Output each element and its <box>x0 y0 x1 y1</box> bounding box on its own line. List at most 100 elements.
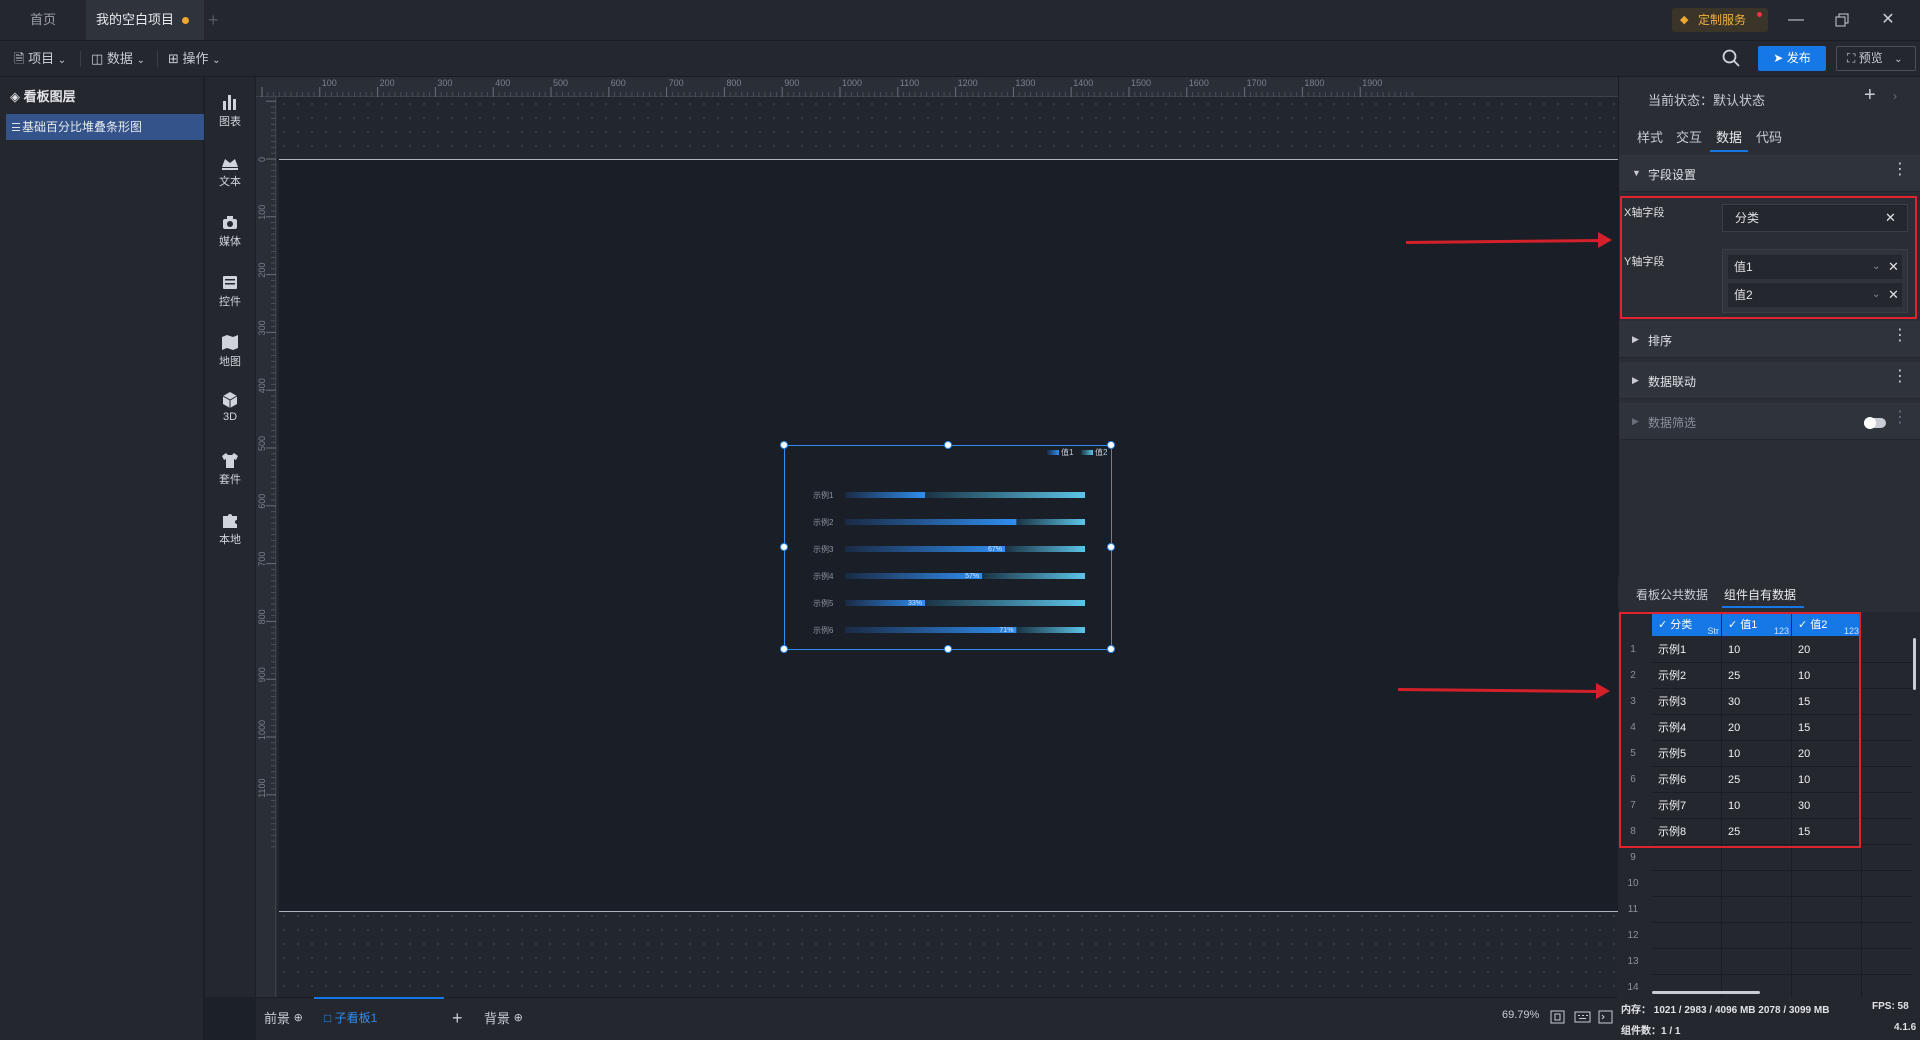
tab-own-data[interactable]: 组件自有数据 <box>1724 586 1796 603</box>
component-control[interactable]: 控件 <box>205 267 255 317</box>
row-number: 12 <box>1627 930 1639 941</box>
component-3d[interactable]: 3D <box>205 385 255 435</box>
more-icon[interactable]: ⋮ <box>1892 328 1908 344</box>
ruler-label: 1400 <box>1073 78 1093 88</box>
category-label: 示例4 <box>813 571 834 581</box>
bar-segment-value2 <box>1005 546 1085 552</box>
layer-panel-title-text: 看板图层 <box>23 89 76 104</box>
layer-item[interactable]: 基础百分比堆叠条形图 <box>6 114 204 140</box>
table-cell[interactable] <box>1652 897 1722 923</box>
resize-handle[interactable] <box>1107 441 1115 449</box>
resize-handle[interactable] <box>944 441 952 449</box>
add-board-icon[interactable]: + <box>452 997 463 1040</box>
tab-style[interactable]: 样式 <box>1637 127 1663 146</box>
table-cell[interactable] <box>1652 923 1722 949</box>
preview-button[interactable]: ⛶ 预览 ⌄ <box>1836 46 1916 71</box>
bar-segment-value1 <box>845 573 983 579</box>
data-filter-toggle[interactable] <box>1864 417 1886 429</box>
grid-line <box>1862 740 1912 741</box>
ruler-label: 800 <box>257 609 267 624</box>
component-suite[interactable]: 套件 <box>205 445 255 495</box>
add-tab-icon[interactable]: + <box>208 0 228 40</box>
section-field-settings-title: 字段设置 <box>1648 168 1697 182</box>
bar-segment-value1 <box>845 627 1017 633</box>
fit-screen-icon[interactable] <box>1550 1010 1565 1024</box>
ruler-label: 1800 <box>1304 78 1324 88</box>
table-cell[interactable] <box>1652 845 1722 871</box>
menu-data-label: 数据 <box>106 51 133 66</box>
tab-background[interactable]: 背景 ⊕ <box>484 997 523 1040</box>
resize-handle[interactable] <box>780 441 788 449</box>
menu-project[interactable]: 🗎 项目 ⌄ <box>14 41 66 77</box>
tab-interaction[interactable]: 交互 <box>1676 127 1702 146</box>
add-state-icon[interactable]: + <box>1864 84 1876 107</box>
resize-handle[interactable] <box>780 543 788 551</box>
horizontal-scrollbar[interactable] <box>1652 991 1760 994</box>
ruler-label: 1300 <box>1015 78 1035 88</box>
component-chart[interactable]: 图表 <box>205 87 255 137</box>
table-cell[interactable] <box>1792 871 1862 897</box>
table-cell[interactable] <box>1722 871 1792 897</box>
section-field-settings[interactable]: ▼ 字段设置 ⋮ <box>1619 155 1920 192</box>
ruler-label: 200 <box>257 263 267 278</box>
component-map[interactable]: 地图 <box>205 327 255 377</box>
close-icon[interactable]: ✕ <box>1865 0 1911 40</box>
layer-panel <box>0 77 204 1040</box>
ruler-left: 0 100 200 300 400 500 600 700 800 900 1000 1100 <box>256 97 276 997</box>
keyboard-icon[interactable] <box>1574 1010 1591 1024</box>
restore-icon[interactable] <box>1819 0 1865 40</box>
resize-handle[interactable] <box>1107 543 1115 551</box>
ruler-top: 100 200 300 400 500 600 700 800 900 1000 1100 1200 1… <box>256 77 1618 97</box>
component-text[interactable]: 文本 <box>205 147 255 197</box>
version-label: 4.1.6 <box>1894 1022 1917 1033</box>
table-cell[interactable] <box>1792 897 1862 923</box>
minimize-icon[interactable]: — <box>1773 0 1819 40</box>
tab-home[interactable]: 首页 <box>0 0 86 40</box>
component-local[interactable]: 本地 <box>205 505 255 555</box>
row-number: 11 <box>1627 904 1639 915</box>
table-cell[interactable] <box>1722 845 1792 871</box>
tab-data[interactable]: 数据 <box>1716 127 1742 146</box>
ruler-label: 900 <box>257 667 267 682</box>
section-data-link[interactable]: ▶ 数据联动 ⋮ <box>1619 362 1920 399</box>
legend-swatch <box>1047 450 1059 455</box>
table-cell[interactable] <box>1722 923 1792 949</box>
component-media[interactable]: 媒体 <box>205 207 255 257</box>
resize-handle[interactable] <box>944 645 952 653</box>
resize-handle[interactable] <box>780 645 788 653</box>
notification-dot-icon <box>1757 12 1762 17</box>
custom-service-button[interactable]: ◆ 定制服务 <box>1672 8 1768 32</box>
gem-icon: ◆ <box>1680 14 1689 26</box>
menu-data[interactable]: ◫ 数据 ⌄ <box>91 41 145 77</box>
camera-icon <box>223 216 237 229</box>
table-cell[interactable] <box>1792 949 1862 975</box>
table-cell[interactable] <box>1792 923 1862 949</box>
toolbar-divider <box>157 51 158 67</box>
search-icon[interactable] <box>1721 48 1741 68</box>
tab-public-data[interactable]: 看板公共数据 <box>1636 586 1708 603</box>
more-icon[interactable]: ⋮ <box>1892 410 1908 426</box>
grid-line <box>1862 714 1912 715</box>
table-cell[interactable] <box>1792 845 1862 871</box>
table-cell[interactable] <box>1652 949 1722 975</box>
vertical-scrollbar[interactable] <box>1913 638 1916 690</box>
table-cell[interactable] <box>1722 949 1792 975</box>
section-sort[interactable]: ▶ 排序 ⋮ <box>1619 321 1920 358</box>
unsaved-dot-icon <box>182 17 189 24</box>
more-icon[interactable]: ⋮ <box>1892 369 1908 385</box>
tab-subboard[interactable]: □ 子看板1 <box>324 997 377 1040</box>
chart-widget[interactable]: 值1 值2 示例1 示例2 示例3 示例4 示例5 示例6 67% 57% 33% 71% <box>784 445 1112 650</box>
tab-foreground[interactable]: 前景 ⊕ <box>264 997 303 1040</box>
more-icon[interactable]: ⋮ <box>1892 162 1908 178</box>
table-cell[interactable] <box>1652 871 1722 897</box>
menu-operate[interactable]: ⊞ 操作 ⌄ <box>168 41 221 77</box>
component-local-label: 本地 <box>219 534 241 546</box>
row-number: 10 <box>1627 878 1639 889</box>
resize-handle[interactable] <box>1107 645 1115 653</box>
publish-button[interactable]: ➤ 发布 <box>1758 46 1826 71</box>
chevron-right-icon[interactable]: › <box>1893 89 1897 103</box>
tab-code[interactable]: 代码 <box>1756 127 1782 146</box>
zoom-level[interactable]: 69.79% <box>1502 1009 1539 1021</box>
terminal-icon[interactable] <box>1598 1010 1613 1024</box>
table-cell[interactable] <box>1722 897 1792 923</box>
